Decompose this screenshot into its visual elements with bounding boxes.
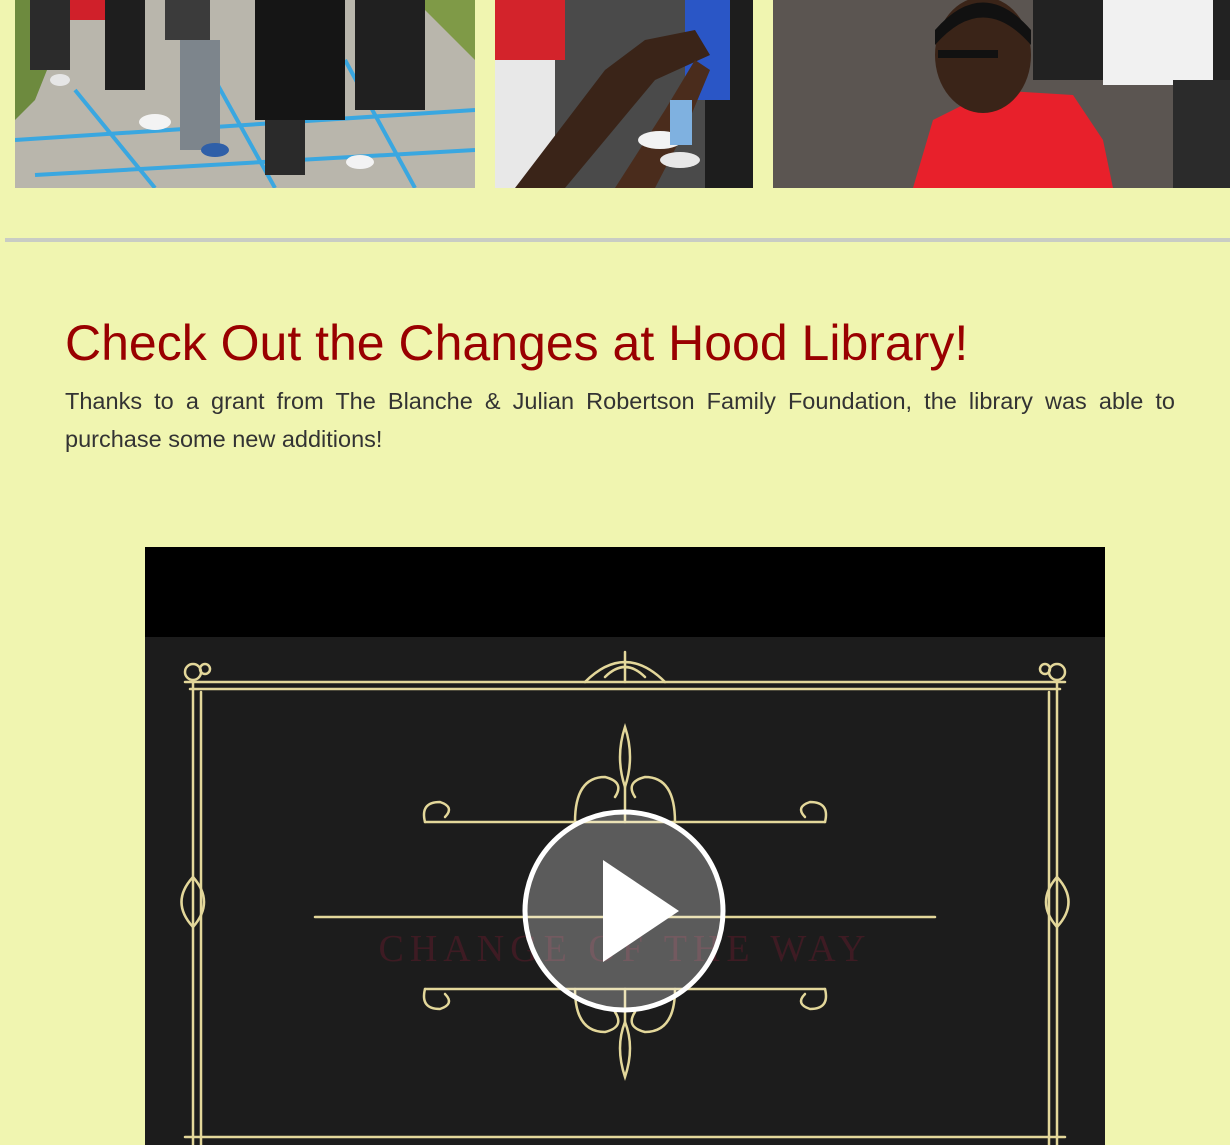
photo-students-hands: [495, 0, 753, 188]
section-divider: [5, 238, 1230, 242]
gallery-photo-3[interactable]: [773, 0, 1230, 188]
photo-student-red-shirt: [773, 0, 1230, 188]
article-headline: Check Out the Changes at Hood Library!: [65, 315, 969, 371]
gallery-photo-1[interactable]: [15, 0, 475, 188]
play-button[interactable]: [521, 808, 727, 1014]
gallery-photo-2[interactable]: [495, 0, 753, 188]
article-intro: Thanks to a grant from The Blanche & Jul…: [65, 388, 1175, 452]
video-player[interactable]: CHANGE OF THE WAY: [145, 547, 1105, 1145]
play-icon: [522, 809, 726, 1013]
photo-students-grid: [15, 0, 475, 188]
